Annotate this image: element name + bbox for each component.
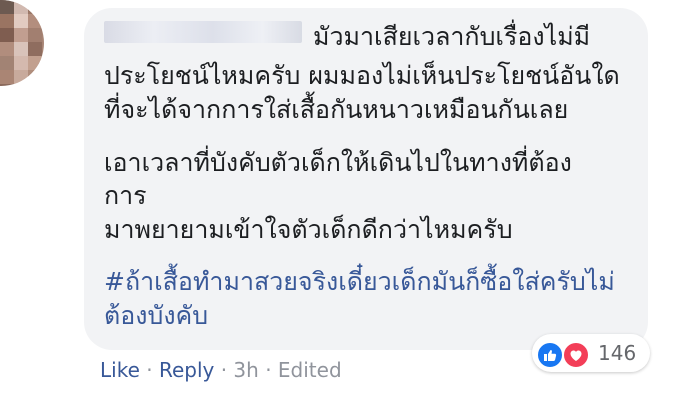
avatar-pixel: [14, 14, 28, 28]
comment-text-line: มาพยายามเข้าใจตัวเด็กดีกว่าไหมครับ: [104, 215, 513, 244]
comment-text-line: การ: [104, 181, 147, 210]
separator-dot: ·: [220, 358, 228, 382]
avatar-pixel: [14, 42, 28, 56]
comment-text-line: ประโยชน์ไหมครับ ผมมองไม่เห็นประโยชน์อันใ…: [104, 61, 620, 90]
reply-button[interactable]: Reply: [159, 358, 214, 382]
avatar-pixel: [0, 0, 14, 14]
avatar-pixel: [0, 70, 14, 84]
hashtag-link[interactable]: #ถ้าเสื้อทำมาสวยจริงเดี๋ยวเด็กมันก็ซื้อใ…: [104, 266, 615, 298]
hashtag-link-continuation[interactable]: ต้องบังคับ: [104, 300, 208, 332]
avatar-pixel: [0, 42, 14, 56]
comment-text-line: มัวมาเสียเวลากับเรื่องไม่มี: [313, 22, 591, 51]
comment-actions: Like · Reply · 3h · Edited: [100, 358, 342, 382]
avatar-pixel: [14, 56, 28, 70]
avatar[interactable]: [0, 0, 44, 86]
avatar-pixel: [28, 0, 42, 14]
comment-screenshot: มัวมาเสียเวลากับเรื่องไม่มี ประโยชน์ไหมค…: [0, 0, 700, 402]
like-icon: [536, 341, 564, 369]
timestamp[interactable]: 3h: [233, 358, 258, 382]
author-name-blurred[interactable]: [104, 21, 302, 43]
separator-dot: ·: [265, 358, 272, 382]
separator-dot: ·: [146, 358, 153, 382]
avatar-pixel: [28, 28, 42, 42]
avatar-pixel: [0, 56, 14, 70]
avatar-pixel: [28, 42, 42, 56]
reaction-count: 146: [598, 341, 637, 365]
love-icon: [562, 341, 590, 369]
avatar-pixel: [28, 14, 42, 28]
avatar-pixel: [0, 28, 14, 42]
reaction-summary[interactable]: 146: [532, 334, 650, 372]
avatar-pixel: [14, 0, 28, 14]
avatar-pixel: [0, 14, 14, 28]
comment-text-line: เอาเวลาที่บังคับตัวเด็กให้เดินไปในทางที่…: [104, 148, 572, 177]
like-button[interactable]: Like: [100, 358, 140, 382]
avatar-pixel: [28, 56, 42, 70]
comment-text-line: ที่จะได้จากการใส่เสื้อกันหนาวเหมือนกันเล…: [104, 95, 569, 124]
avatar-pixel: [14, 70, 28, 84]
edited-label[interactable]: Edited: [278, 358, 342, 382]
avatar-pixel: [28, 70, 42, 84]
avatar-pixel: [14, 28, 28, 42]
